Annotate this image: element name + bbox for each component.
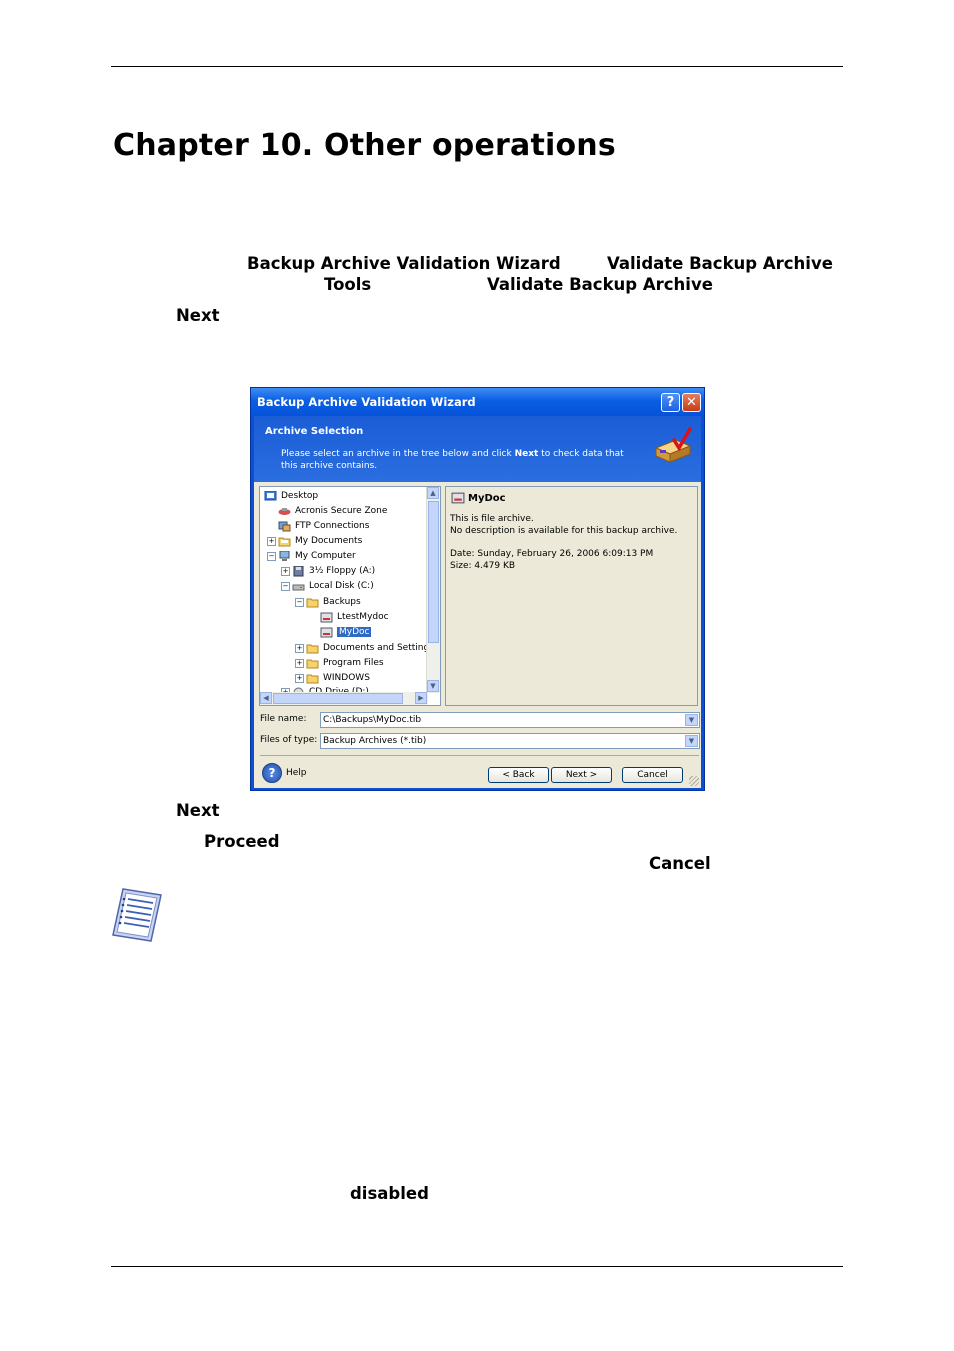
scroll-up-icon[interactable]: ▲ [427,487,439,499]
folder-icon [278,537,291,546]
kw-cancel: Cancel [649,854,711,873]
banner-description: Please select an archive in the tree bel… [281,449,624,471]
scroll-thumb[interactable] [273,693,403,704]
dialog-divider [260,755,699,756]
floppy-icon [293,565,304,576]
file-name-label: File name: [260,714,307,724]
folder-icon [306,674,319,683]
dialog-title: Backup Archive Validation Wizard [257,395,476,409]
dialog-banner: Archive Selection Please select an archi… [254,416,701,482]
scroll-left-icon[interactable]: ◀ [260,692,272,704]
tree-item[interactable]: 3½ Floppy (A:) [292,564,375,578]
desktop-icon [264,490,277,500]
kw-next-2: Next [176,801,220,820]
file-type-select[interactable]: Backup Archives (*.tib) ▼ [320,733,700,749]
chapter-title: Chapter 10. Other operations [113,128,616,163]
kw-disabled: disabled [350,1184,429,1203]
next-button[interactable]: Next > [551,767,612,783]
expand-icon[interactable]: + [295,659,304,668]
dialog-titlebar: Backup Archive Validation Wizard ? ✕ [251,388,704,416]
folder-tree[interactable]: Desktop Acronis Secure Zone FTP Connecti… [259,486,441,706]
archive-icon [320,612,333,622]
kw-next-1: Next [176,306,220,325]
archive-date: Date: Sunday, February 26, 2006 6:09:13 … [450,549,654,559]
expand-icon[interactable]: + [267,537,276,546]
chevron-down-icon[interactable]: ▼ [685,714,698,726]
kw-proceed: Proceed [204,832,280,851]
back-button[interactable]: < Back [488,767,549,783]
folder-open-icon [306,598,319,607]
folder-icon [306,659,319,668]
tree-item[interactable]: MyDoc [320,625,372,639]
note-icon [112,888,162,942]
tree-item[interactable]: LtestMydoc [320,610,389,624]
help-icon[interactable]: ? [661,393,680,412]
expand-icon[interactable]: + [295,674,304,683]
cancel-button[interactable]: Cancel [622,767,683,783]
archive-check-icon [654,427,692,463]
header-rule [111,66,843,67]
tree-item[interactable]: My Computer [278,549,356,563]
validation-wizard-dialog: Backup Archive Validation Wizard ? ✕ Arc… [250,387,705,791]
scroll-down-icon[interactable]: ▼ [427,680,439,692]
archive-type: This is file archive. [450,514,534,524]
tree-item[interactable]: FTP Connections [278,519,369,533]
help-icon: ? [262,763,282,783]
archive-name: MyDoc [468,493,506,504]
close-icon[interactable]: ✕ [682,393,701,412]
collapse-icon[interactable]: − [267,552,276,561]
computer-icon [279,550,290,561]
tree-item[interactable]: Backups [306,595,361,609]
dialog-body: Desktop Acronis Secure Zone FTP Connecti… [254,482,701,788]
archive-icon [451,492,465,504]
tree-horizontal-scrollbar[interactable]: ◀ ▶ [260,692,428,705]
ftp-icon [278,521,291,531]
scroll-thumb[interactable] [428,501,439,643]
file-name-input[interactable]: C:\Backups\MyDoc.tib ▼ [320,712,700,728]
expand-icon[interactable]: + [295,644,304,653]
tree-item[interactable]: Documents and Setting [306,641,429,655]
kw-tools: Tools [324,275,372,294]
archive-description: No description is available for this bac… [450,526,678,536]
chevron-down-icon[interactable]: ▼ [685,735,698,747]
file-type-label: Files of type: [260,735,318,745]
archive-icon [320,627,333,637]
tree-item[interactable]: Desktop [264,489,318,503]
folder-icon [306,644,319,653]
banner-title: Archive Selection [265,426,364,437]
scroll-right-icon[interactable]: ▶ [415,692,427,704]
tree-item[interactable]: WINDOWS [306,671,370,685]
disk-icon [292,584,305,590]
expand-icon[interactable]: + [281,567,290,576]
collapse-icon[interactable]: − [295,598,304,607]
tree-item[interactable]: Local Disk (C:) [292,579,374,593]
kw-wizard: Backup Archive Validation Wizard [247,254,561,273]
secure-zone-icon [278,507,291,515]
archive-info-panel: MyDoc This is file archive. No descripti… [445,486,698,706]
footer-rule [111,1266,843,1267]
help-button[interactable]: ? Help [262,763,307,783]
tree-item[interactable]: Acronis Secure Zone [278,504,387,518]
tree-vertical-scrollbar[interactable]: ▲ ▼ [426,487,440,693]
kw-validate-1: Validate Backup Archive [607,254,833,273]
resize-grip[interactable] [689,776,699,786]
archive-size: Size: 4.479 KB [450,561,516,571]
tree-item[interactable]: Program Files [306,656,384,670]
tree-item[interactable]: My Documents [278,534,362,548]
collapse-icon[interactable]: − [281,582,290,591]
kw-validate-2: Validate Backup Archive [487,275,713,294]
